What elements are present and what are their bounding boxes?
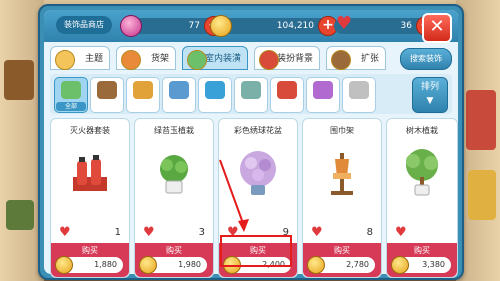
annotation-arrow-icon — [219, 159, 249, 232]
